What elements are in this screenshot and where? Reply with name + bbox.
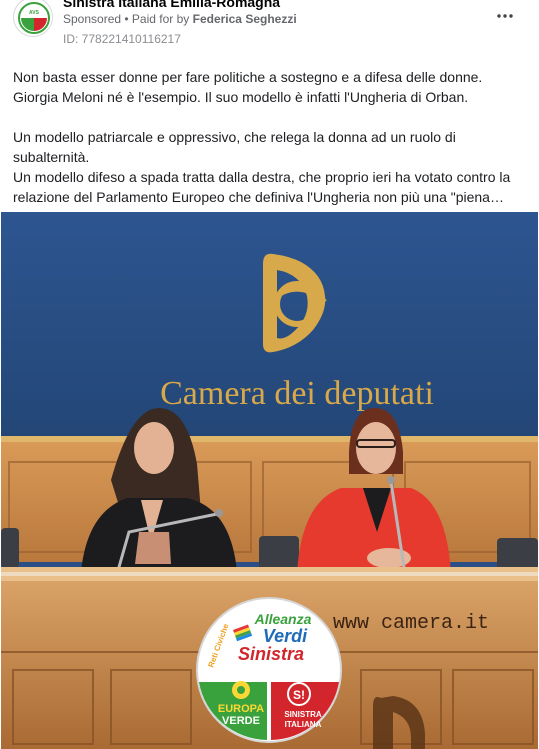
body-line: Non basta esser donne per fare politiche… <box>13 69 483 85</box>
more-dots-icon[interactable] <box>493 6 517 26</box>
body-line: Giorgia Meloni né è l'esempio. Il suo mo… <box>13 89 469 105</box>
logo-top-line3: Sinistra <box>238 644 304 664</box>
logo-right-line2: ITALIANA <box>285 720 322 729</box>
svg-text:AVS: AVS <box>29 10 40 16</box>
svg-text:S!: S! <box>293 688 305 702</box>
body-line: Un modello difeso a spada tratta dalla d… <box>13 169 511 185</box>
ad-post-card: AVS Sinistra Italiana Emilia-Romagna Spo… <box>0 0 539 749</box>
wall-sign-text: Camera dei deputati <box>160 375 434 412</box>
page-avatar[interactable]: AVS <box>13 0 53 37</box>
sponsored-label: Sponsored <box>63 12 122 26</box>
logo-left-line2: VERDE <box>222 715 260 727</box>
body-line: Un modello patriarcale e oppressivo, che… <box>13 129 456 145</box>
logo-top-line2: Verdi <box>263 626 308 646</box>
logo-top-line1: Alleanza <box>254 611 312 627</box>
page-name[interactable]: Sinistra Italiana Emilia-Romagna <box>63 0 280 10</box>
party-logo: Alleanza Verdi Sinistra Reti Civiche EUR… <box>196 597 342 743</box>
ad-id: ID: 778221410116217 <box>63 32 181 46</box>
logo-right-line1: SINISTRA <box>284 710 322 719</box>
meta-separator: • <box>121 12 132 26</box>
body-line: relazione del Parlamento Europeo che def… <box>13 189 504 205</box>
sponsored-meta: Sponsored • Paid for by Federica Seghezz… <box>63 12 297 26</box>
desk-website-text: www camera.it <box>333 612 489 635</box>
post-image[interactable]: Camera dei deputati www camera.it Allean… <box>1 212 538 749</box>
post-header: AVS Sinistra Italiana Emilia-Romagna Spo… <box>0 0 539 52</box>
paid-for-name: Federica Seghezzi <box>192 12 297 26</box>
logo-left-line1: EUROPA <box>218 703 264 715</box>
body-line: subalternità. <box>13 149 90 165</box>
post-body-text: Non basta esser donne per fare politiche… <box>13 67 528 207</box>
paid-for-prefix: Paid for by <box>131 12 193 26</box>
